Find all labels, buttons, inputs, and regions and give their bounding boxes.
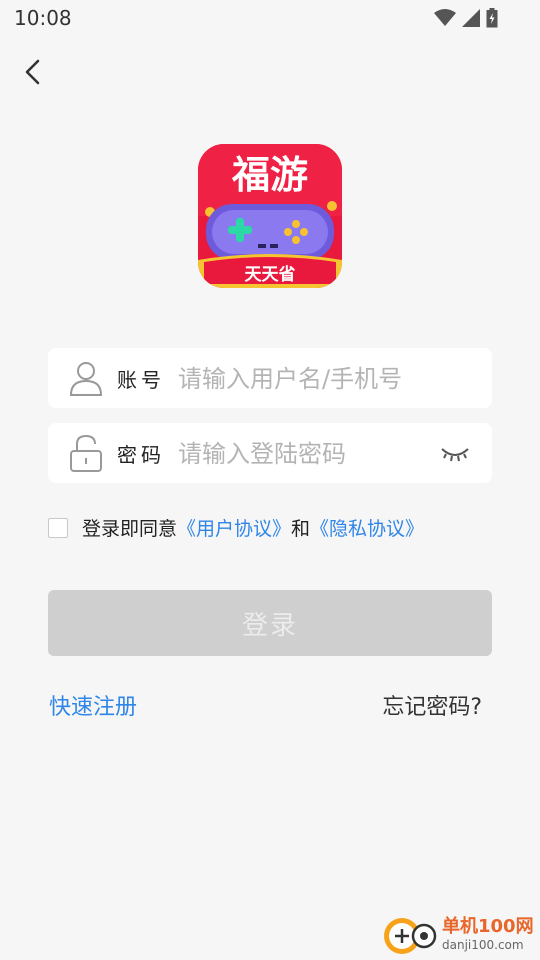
wifi-icon [434, 9, 456, 26]
forgot-password-link[interactable]: 忘记密码? [382, 689, 482, 721]
account-label: 账号 [117, 368, 165, 392]
logo-ribbon-text: 天天省 [245, 264, 296, 285]
agreement-prefix: 登录即同意 [82, 518, 178, 540]
password-field[interactable]: 密码 [48, 423, 492, 483]
password-label: 密码 [117, 443, 165, 467]
status-icons [434, 8, 498, 28]
status-bar: 10:08 [0, 0, 540, 36]
user-agreement-link[interactable]: 《用户协议》 [177, 514, 291, 541]
back-arrow-icon[interactable] [18, 56, 50, 88]
app-logo: 福游 天天省 [198, 144, 342, 288]
register-link[interactable]: 快速注册 [49, 689, 137, 721]
agreement-checkbox[interactable] [48, 517, 68, 538]
login-button[interactable]: 登录 [48, 590, 492, 656]
cell-signal-icon [462, 9, 480, 27]
user-icon [69, 362, 103, 396]
battery-icon [486, 8, 498, 28]
status-time: 10:08 [14, 6, 72, 30]
watermark-logo-icon [384, 918, 437, 954]
account-input[interactable] [176, 358, 430, 400]
logo-title: 福游 [231, 153, 308, 197]
password-input[interactable] [176, 433, 430, 475]
agreement-conjunction: 和 [291, 518, 311, 540]
lock-icon [70, 434, 102, 472]
account-field[interactable]: 账号 [48, 348, 492, 408]
eye-closed-icon[interactable] [440, 441, 470, 465]
watermark: 单机100网 danji100.com [380, 910, 540, 960]
watermark-name: 单机100网 [442, 916, 534, 937]
app-logo-graphic: 福游 天天省 [198, 144, 342, 288]
agreement-row: 登录即同意 《用户协议》 和 《隐私协议》 [48, 514, 424, 541]
privacy-policy-link[interactable]: 《隐私协议》 [310, 514, 424, 541]
watermark-url: danji100.com [442, 938, 524, 952]
